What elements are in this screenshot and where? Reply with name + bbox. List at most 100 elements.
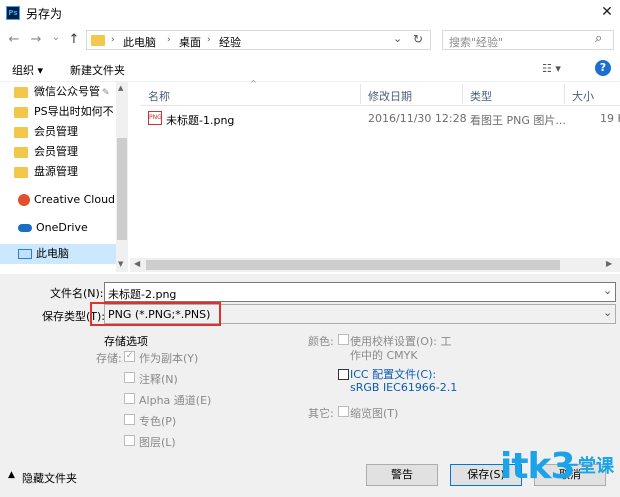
as-copy-checkbox[interactable]: ✓ (124, 351, 135, 362)
thumbnail-label: 缩览图(T) (350, 407, 399, 420)
search-input[interactable]: 搜索"经验" (449, 34, 503, 50)
sidebar-item-label: 盘源管理 (34, 165, 78, 178)
scroll-up-icon[interactable]: ▲ (118, 84, 123, 92)
sidebar-item-label: Creative Cloud F (34, 193, 125, 206)
icc-profile-value: sRGB IEC61966-2.1 (350, 381, 458, 394)
column-type[interactable]: 类型 (470, 88, 492, 104)
alpha-label: Alpha 通道(E) (139, 394, 212, 407)
alpha-checkbox[interactable] (124, 393, 135, 404)
crumb-separator: › (207, 35, 211, 45)
window-title: 另存为 (26, 7, 63, 21)
creative-cloud-icon (18, 194, 30, 206)
sidebar-item-label: 此电脑 (36, 247, 69, 260)
refresh-icon[interactable]: ↻ (413, 32, 423, 46)
store-label: 存储: (96, 352, 122, 365)
column-date[interactable]: 修改日期 (368, 88, 412, 104)
file-date: 2016/11/30 12:28 (368, 112, 467, 125)
view-options-button[interactable]: ☷ ▾ (542, 62, 561, 75)
sidebar-item-label: 会员管理 (34, 125, 78, 138)
notes-checkbox[interactable] (124, 372, 135, 383)
collapse-chevron-icon[interactable]: ▲ (8, 470, 15, 480)
back-arrow-icon[interactable]: ← (6, 32, 22, 48)
thumbnail-checkbox[interactable] (338, 406, 349, 417)
breadcrumb-experience[interactable]: 经验 (219, 34, 241, 50)
title-bar: Ps 另存为 ✕ (0, 0, 620, 26)
sidebar-item-creative-cloud[interactable]: Creative Cloud F (18, 190, 125, 210)
h-scrollbar-thumb[interactable] (146, 260, 560, 270)
folder-icon (91, 35, 105, 46)
up-arrow-icon[interactable]: ↑ (66, 32, 82, 48)
filename-dropdown-icon[interactable]: ⌄ (603, 284, 612, 297)
navigation-pane: 微信公众号管 ✎ PS导出时如何不 会员管理 会员管理 盘源管理 Creative… (0, 82, 130, 272)
png-file-icon: PNG (148, 111, 162, 125)
other-label: 其它: (308, 407, 334, 420)
photoshop-icon: Ps (6, 6, 20, 20)
folder-icon (14, 146, 28, 158)
filename-value: 未标题-2.png (108, 288, 177, 301)
sidebar-item-label: 会员管理 (34, 145, 78, 158)
folder-icon (14, 106, 28, 118)
crumb-separator: › (167, 35, 171, 45)
sidebar-item-wechat[interactable]: 微信公众号管 ✎ (14, 82, 110, 102)
spot-label: 专色(P) (139, 415, 177, 428)
forward-arrow-icon[interactable]: → (28, 32, 44, 48)
breadcrumb-desktop[interactable]: 桌面 (179, 34, 201, 50)
notes-label: 注释(N) (139, 373, 178, 386)
file-name: 未标题-1.png (166, 114, 235, 127)
file-size: 19 K (600, 112, 620, 125)
proof-label-line2: 作中的 CMYK (350, 349, 418, 362)
search-box[interactable]: 搜索"经验" ⌕ (442, 30, 614, 50)
sidebar-item-onedrive[interactable]: OneDrive (18, 218, 88, 238)
spot-checkbox[interactable] (124, 414, 135, 425)
save-options-title: 存储选项 (104, 335, 148, 348)
filename-label: 文件名(N): (50, 287, 104, 300)
onedrive-cloud-icon (18, 224, 32, 232)
sidebar-item-listings[interactable]: 盘源管理 (14, 162, 78, 182)
folder-icon (14, 86, 28, 98)
organize-button[interactable]: 组织 ▾ (12, 62, 43, 78)
recent-dropdown-icon[interactable]: ⌄ (48, 30, 64, 46)
column-divider[interactable] (462, 84, 463, 104)
scroll-down-icon[interactable]: ▼ (118, 260, 123, 268)
sidebar-item-label: OneDrive (36, 221, 88, 234)
sidebar-item-member-2[interactable]: 会员管理 (14, 142, 78, 162)
hide-folders-button[interactable]: 隐藏文件夹 (22, 470, 77, 486)
column-divider[interactable] (564, 84, 565, 104)
file-list-header: 名称 ^ 修改日期 类型 大小 (140, 79, 620, 106)
nav-scrollbar-thumb[interactable] (117, 138, 127, 240)
new-folder-button[interactable]: 新建文件夹 (70, 62, 125, 78)
close-icon[interactable]: ✕ (598, 3, 616, 21)
address-bar[interactable]: › 此电脑 › 桌面 › 经验 ⌄ ↻ (86, 30, 431, 50)
layers-checkbox[interactable] (124, 435, 135, 446)
warning-button[interactable]: 警告 (366, 464, 438, 486)
sidebar-item-label: PS导出时如何不 (34, 105, 114, 118)
address-dropdown-icon[interactable]: ⌄ (393, 32, 402, 45)
folder-icon (14, 166, 28, 178)
sidebar-item-member-1[interactable]: 会员管理 (14, 122, 78, 142)
icc-checkbox[interactable] (338, 369, 349, 380)
scroll-left-icon[interactable]: ◀ (134, 259, 140, 268)
computer-icon (18, 249, 32, 259)
layers-label: 图层(L) (139, 436, 176, 449)
color-label: 颜色: (308, 335, 334, 348)
sort-ascending-icon: ^ (250, 79, 257, 88)
scroll-right-icon[interactable]: ▶ (606, 259, 612, 268)
filetype-dropdown-icon[interactable]: ⌄ (603, 306, 612, 319)
toolbar: 组织 ▾ 新建文件夹 ☷ ▾ ? (0, 56, 620, 82)
file-type: 看图王 PNG 图片... (470, 114, 566, 127)
breadcrumb-this-pc[interactable]: 此电脑 (123, 34, 156, 50)
as-copy-label: 作为副本(Y) (139, 352, 199, 365)
help-icon[interactable]: ? (595, 60, 611, 76)
sidebar-item-this-pc[interactable]: 此电脑 (0, 244, 116, 264)
column-name[interactable]: 名称 (148, 88, 170, 104)
column-size[interactable]: 大小 (572, 88, 594, 104)
crumb-separator: › (111, 35, 115, 45)
proof-checkbox[interactable] (338, 334, 349, 345)
itk3-watermark-subtitle: 一堂课 (560, 456, 614, 477)
filename-input[interactable]: 未标题-2.png ⌄ (104, 282, 616, 302)
icc-label: ICC 配置文件(C): (350, 368, 437, 381)
sidebar-item-ps-export[interactable]: PS导出时如何不 (14, 102, 114, 122)
column-divider[interactable] (360, 84, 361, 104)
search-icon[interactable]: ⌕ (595, 31, 602, 46)
file-row[interactable]: PNG 未标题-1.png 2016/11/30 12:28 看图王 PNG 图… (140, 108, 620, 128)
